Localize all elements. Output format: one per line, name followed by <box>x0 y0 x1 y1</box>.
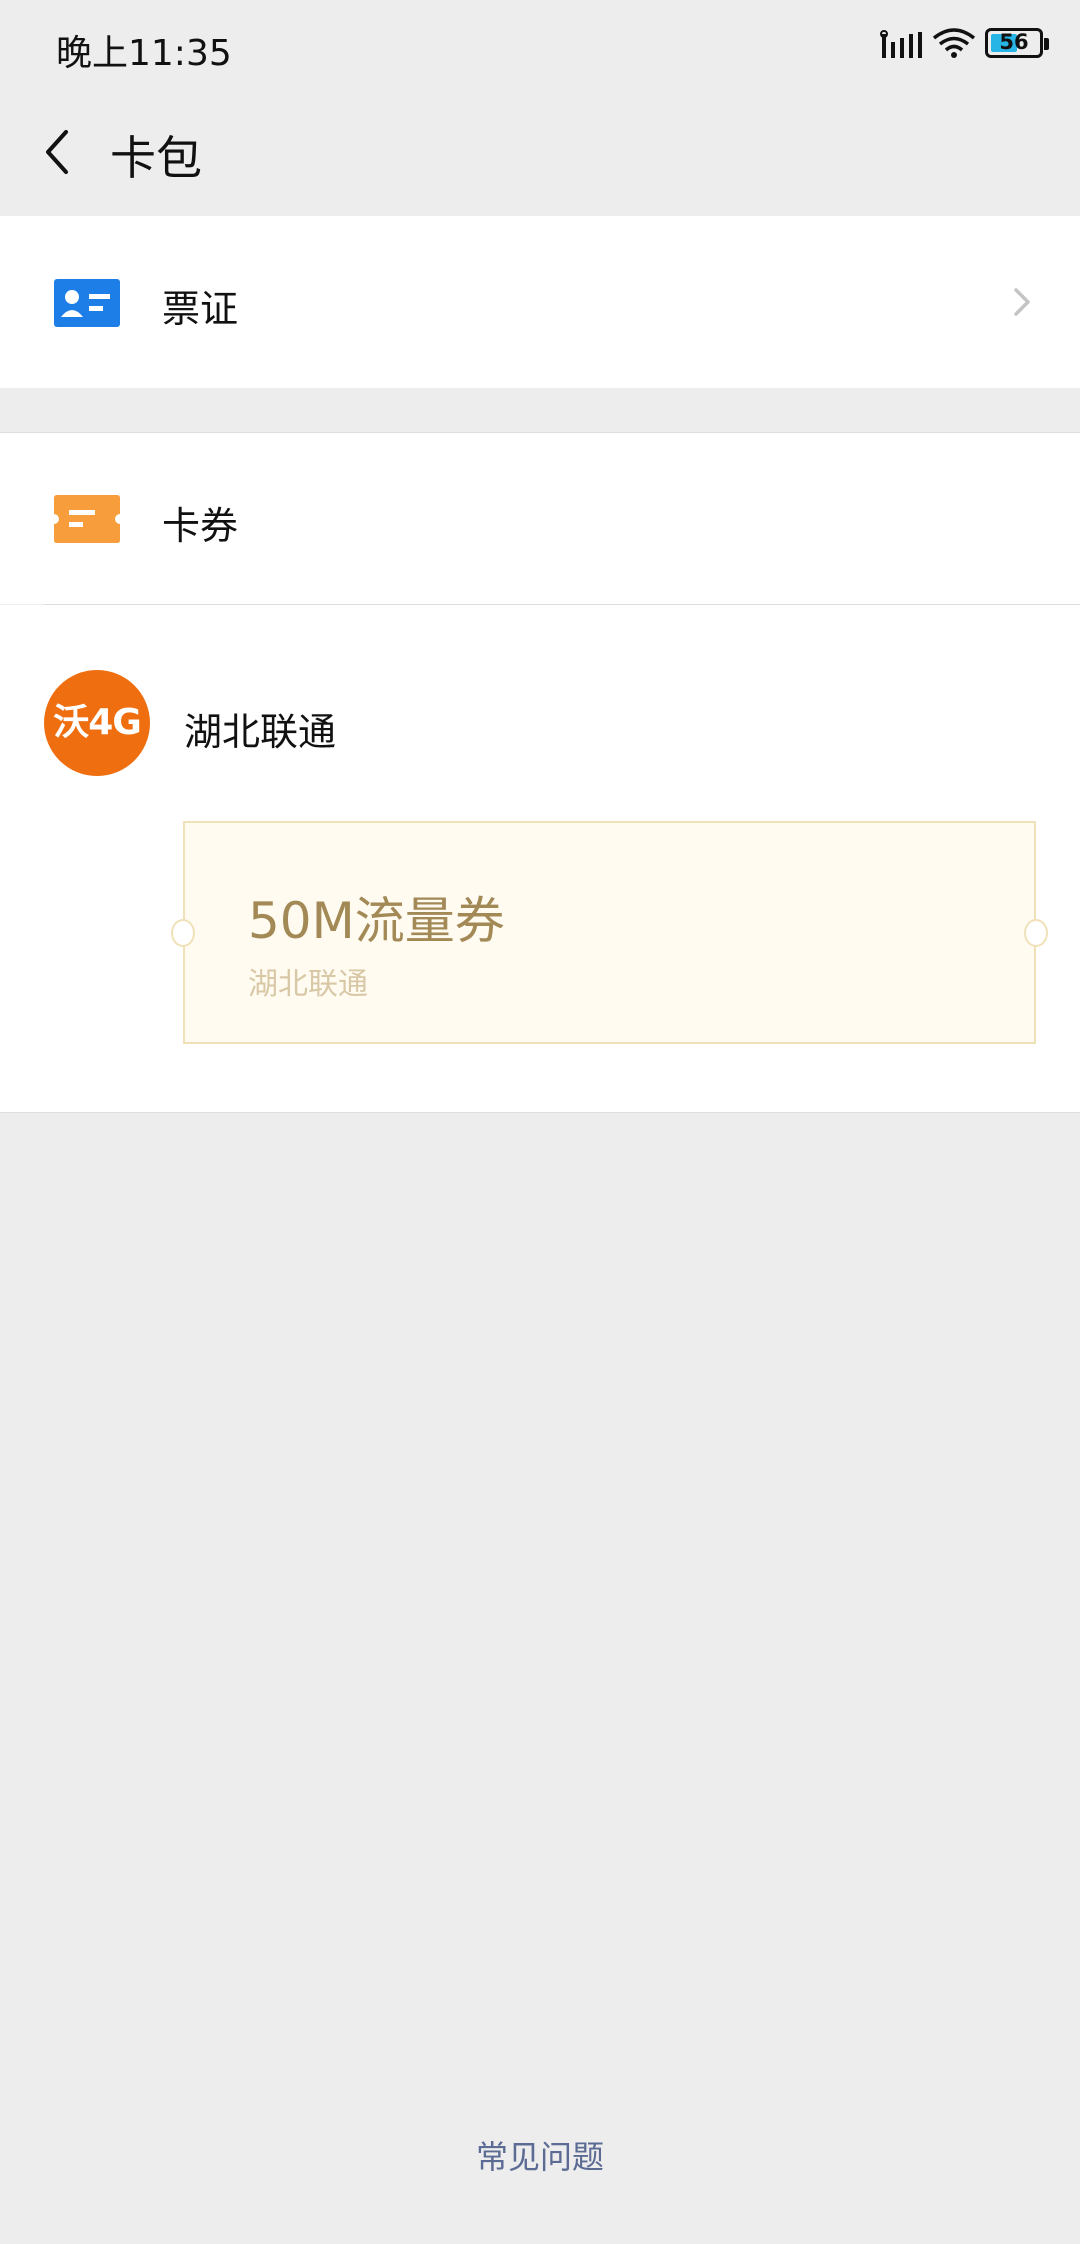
battery-nub <box>1044 38 1049 50</box>
back-arrow-icon[interactable] <box>34 122 84 182</box>
voucher-notch-right <box>1024 919 1048 947</box>
voucher-card[interactable]: 50M流量券 湖北联通 <box>171 821 1048 1044</box>
status-bar: 晚上11:35 56 <box>0 0 1080 92</box>
voucher-notch-left <box>171 919 195 947</box>
status-time: 晚上11:35 <box>56 33 232 74</box>
battery-icon: 56 <box>985 28 1049 58</box>
page-title: 卡包 <box>110 131 202 185</box>
provider-logo: 沃4G <box>44 670 150 776</box>
tickets-row[interactable]: 票证 <box>0 216 1080 388</box>
coupons-label: 卡券 <box>162 504 239 548</box>
wifi-icon <box>932 28 976 58</box>
chevron-right-icon <box>1014 288 1030 316</box>
coupons-row[interactable]: 卡券 <box>0 432 1080 604</box>
voucher-title: 50M流量券 <box>248 892 505 950</box>
faq-link[interactable]: 常见问题 <box>0 2132 1080 2178</box>
battery-percent: 56 <box>999 30 1029 54</box>
coupon-icon <box>54 495 120 543</box>
card-wallet-screen: 晚上11:35 56 卡包 票证 卡券 沃4G 湖北联通 50M流量券 湖北联通… <box>0 0 1080 2244</box>
voucher-subtitle: 湖北联通 <box>248 967 368 1002</box>
tickets-label: 票证 <box>162 287 239 331</box>
provider-name: 湖北联通 <box>184 710 337 754</box>
provider-voucher-group: 沃4G 湖北联通 50M流量券 湖北联通 <box>0 605 1080 1113</box>
nav-bar: 卡包 <box>0 92 1080 216</box>
signal-icon <box>880 30 922 58</box>
id-card-icon <box>54 279 120 327</box>
